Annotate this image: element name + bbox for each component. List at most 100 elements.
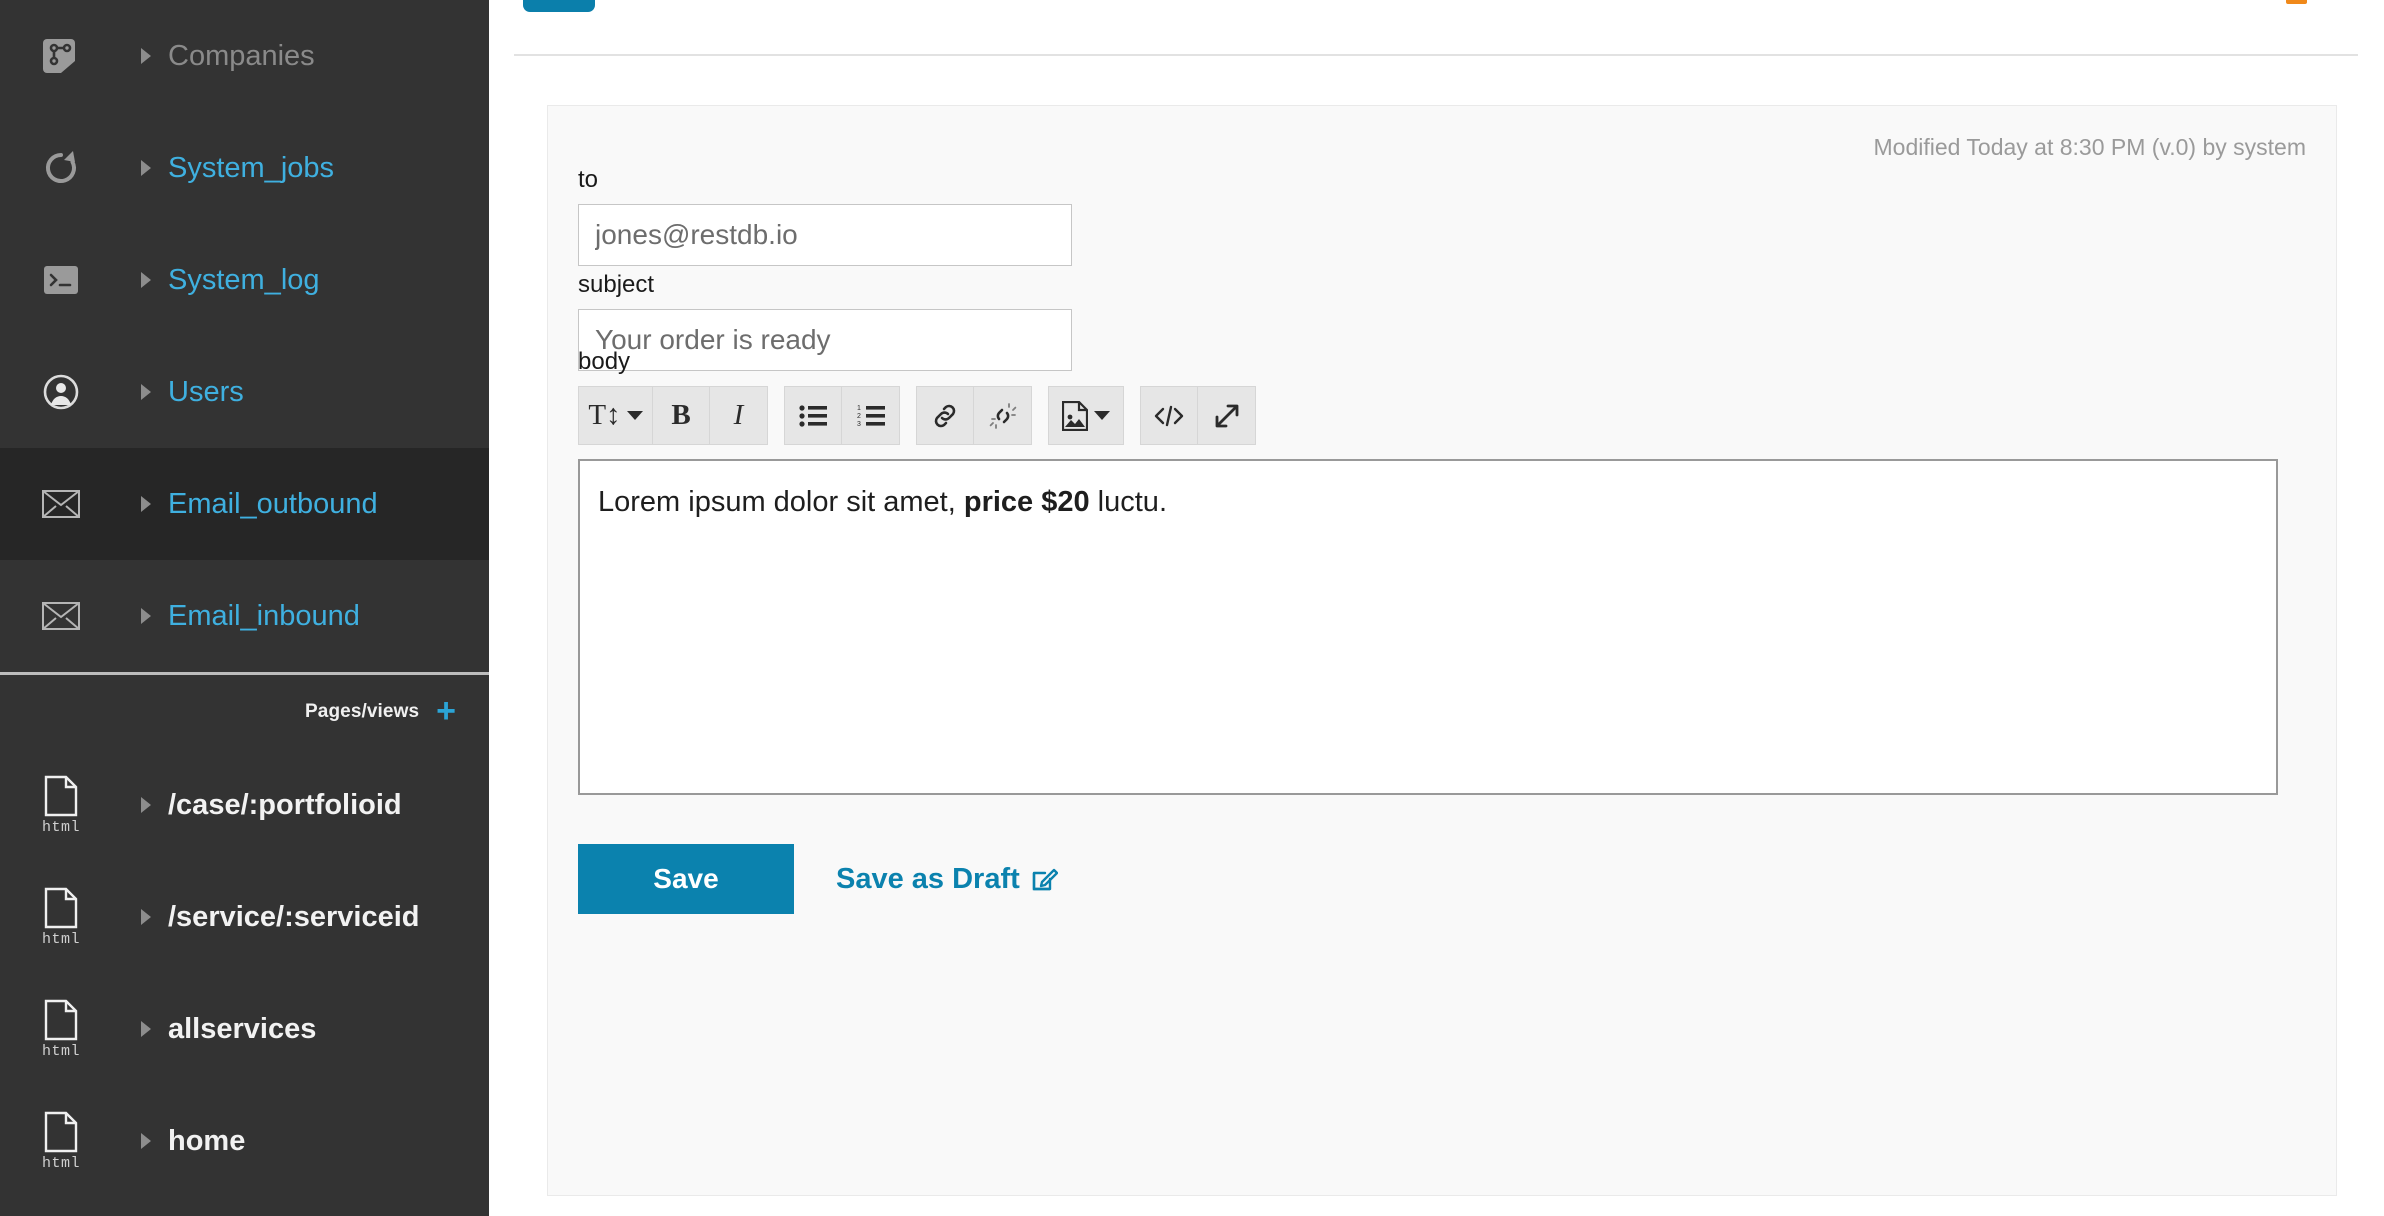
envelope-icon: [30, 602, 92, 630]
sidebar-item-label: allservices: [168, 1012, 317, 1045]
field-to: to: [578, 166, 1072, 266]
toolbar-group-text: T↕ B I: [578, 386, 768, 445]
sidebar-item-label: /service/:serviceid: [168, 900, 420, 933]
sidebar-item-companies[interactable]: Companies: [0, 0, 489, 112]
file-ext-label: html: [41, 1042, 80, 1060]
field-subject-label: subject: [578, 271, 655, 298]
sidebar-item-label: /case/:portfolioid: [168, 788, 402, 821]
italic-button[interactable]: I: [710, 387, 767, 444]
header-divider: [514, 54, 2358, 56]
chevron-right-icon[interactable]: [128, 494, 164, 514]
toolbar-group-image: [1048, 386, 1124, 445]
save-as-draft-link[interactable]: Save as Draft: [836, 863, 1058, 896]
toolbar-group-view: [1140, 386, 1256, 445]
svg-text:2: 2: [857, 413, 861, 420]
insert-image-button[interactable]: [1049, 387, 1123, 444]
body-text-before: Lorem ipsum dolor sit amet,: [598, 486, 964, 518]
file-ext-label: html: [41, 1154, 80, 1172]
main-content: Modified Today at 8:30 PM (v.0) by syste…: [489, 0, 2384, 1216]
add-page-icon[interactable]: +: [436, 694, 456, 728]
link-icon: [931, 403, 959, 429]
database-collection-icon: [30, 39, 92, 73]
chevron-right-icon[interactable]: [128, 606, 164, 626]
sidebar-item-email-inbound[interactable]: Email_inbound: [0, 560, 489, 672]
editor-toolbar: T↕ B I 1 2 3: [578, 386, 2278, 445]
chevron-down-icon: [626, 411, 643, 420]
sidebar-item-service-serviceid[interactable]: html /service/:serviceid: [0, 861, 489, 973]
body-text-bold: price $20: [963, 486, 1090, 518]
chevron-right-icon[interactable]: [128, 1019, 164, 1039]
chevron-right-icon[interactable]: [128, 1131, 164, 1151]
envelope-icon: [30, 490, 92, 518]
file-ext-label: html: [41, 930, 80, 948]
body-text-after: luctu.: [1089, 486, 1167, 518]
image-icon: [1062, 400, 1088, 431]
code-icon: [1153, 405, 1185, 427]
bold-glyph: B: [671, 399, 691, 431]
html-file-icon: html: [30, 1111, 92, 1172]
fullscreen-button[interactable]: [1198, 387, 1255, 444]
chevron-right-icon[interactable]: [128, 46, 164, 66]
sidebar-item-system-log[interactable]: System_log: [0, 224, 489, 336]
field-to-label: to: [578, 166, 599, 193]
sidebar-item-email-outbound[interactable]: Email_outbound: [0, 448, 489, 560]
svg-text:3: 3: [857, 421, 861, 428]
form-actions: Save Save as Draft: [578, 844, 1058, 914]
sidebar-item-case-portfolioid[interactable]: html /case/:portfolioid: [0, 749, 489, 861]
save-as-draft-label: Save as Draft: [836, 862, 1020, 895]
font-size-glyph: T↕: [588, 399, 621, 431]
toolbar-group-links: [916, 386, 1032, 445]
html-file-icon: html: [30, 999, 92, 1060]
refresh-icon: [30, 149, 92, 187]
body-editor[interactable]: Lorem ipsum dolor sit amet, price $20 lu…: [578, 459, 2278, 795]
chevron-right-icon[interactable]: [128, 795, 164, 815]
unlink-button[interactable]: [974, 387, 1031, 444]
terminal-icon: [30, 266, 92, 294]
sidebar-item-system-jobs[interactable]: System_jobs: [0, 112, 489, 224]
sidebar-item-home[interactable]: html home: [0, 1085, 489, 1197]
chevron-down-icon: [1094, 411, 1110, 420]
code-view-button[interactable]: [1141, 387, 1198, 444]
field-body: body T↕ B I 1 2 3 Lorem ipsum dolor sit …: [578, 348, 2278, 795]
unlink-icon: [989, 402, 1017, 429]
save-button[interactable]: Save: [578, 844, 794, 914]
sidebar-item-label: System_log: [168, 263, 320, 296]
sidebar-item-label: Email_inbound: [168, 599, 360, 632]
ordered-list-button[interactable]: 123: [842, 387, 899, 444]
chevron-right-icon[interactable]: [128, 158, 164, 178]
html-file-icon: html: [30, 887, 92, 948]
html-file-icon: html: [30, 775, 92, 836]
sidebar: Companies System_jobs System_log Users E…: [0, 0, 489, 1216]
sidebar-item-label: Companies: [168, 39, 315, 72]
modified-info: Modified Today at 8:30 PM (v.0) by syste…: [1873, 134, 2307, 160]
file-ext-label: html: [41, 818, 80, 836]
chevron-right-icon[interactable]: [128, 382, 164, 402]
bullet-list-icon: [799, 404, 827, 428]
chevron-right-icon[interactable]: [128, 907, 164, 927]
insert-link-button[interactable]: [917, 387, 974, 444]
sidebar-item-label: Email_outbound: [168, 487, 378, 520]
sidebar-item-users[interactable]: Users: [0, 336, 489, 448]
italic-glyph: I: [733, 399, 744, 431]
to-input[interactable]: [578, 204, 1072, 266]
sidebar-item-label: Users: [168, 375, 244, 408]
unordered-list-button[interactable]: [785, 387, 842, 444]
pencil-square-icon: [1032, 866, 1058, 892]
top-status-marker[interactable]: [2286, 0, 2307, 4]
sidebar-item-label: System_jobs: [168, 151, 335, 184]
numbered-list-icon: 123: [857, 404, 885, 428]
user-circle-icon: [30, 374, 92, 410]
font-size-button[interactable]: T↕: [579, 387, 653, 444]
chevron-right-icon[interactable]: [128, 270, 164, 290]
sidebar-item-label: home: [168, 1124, 246, 1157]
svg-text:1: 1: [857, 405, 861, 412]
bold-button[interactable]: B: [653, 387, 710, 444]
pages-views-header: Pages/views +: [0, 675, 489, 749]
record-detail-card: Modified Today at 8:30 PM (v.0) by syste…: [547, 105, 2337, 1196]
toolbar-group-lists: 123: [784, 386, 900, 445]
top-action-button[interactable]: [523, 0, 595, 12]
sidebar-item-allservices[interactable]: html allservices: [0, 973, 489, 1085]
pages-views-label: Pages/views: [305, 701, 420, 722]
expand-icon: [1214, 403, 1240, 429]
field-body-label: body: [578, 348, 631, 375]
